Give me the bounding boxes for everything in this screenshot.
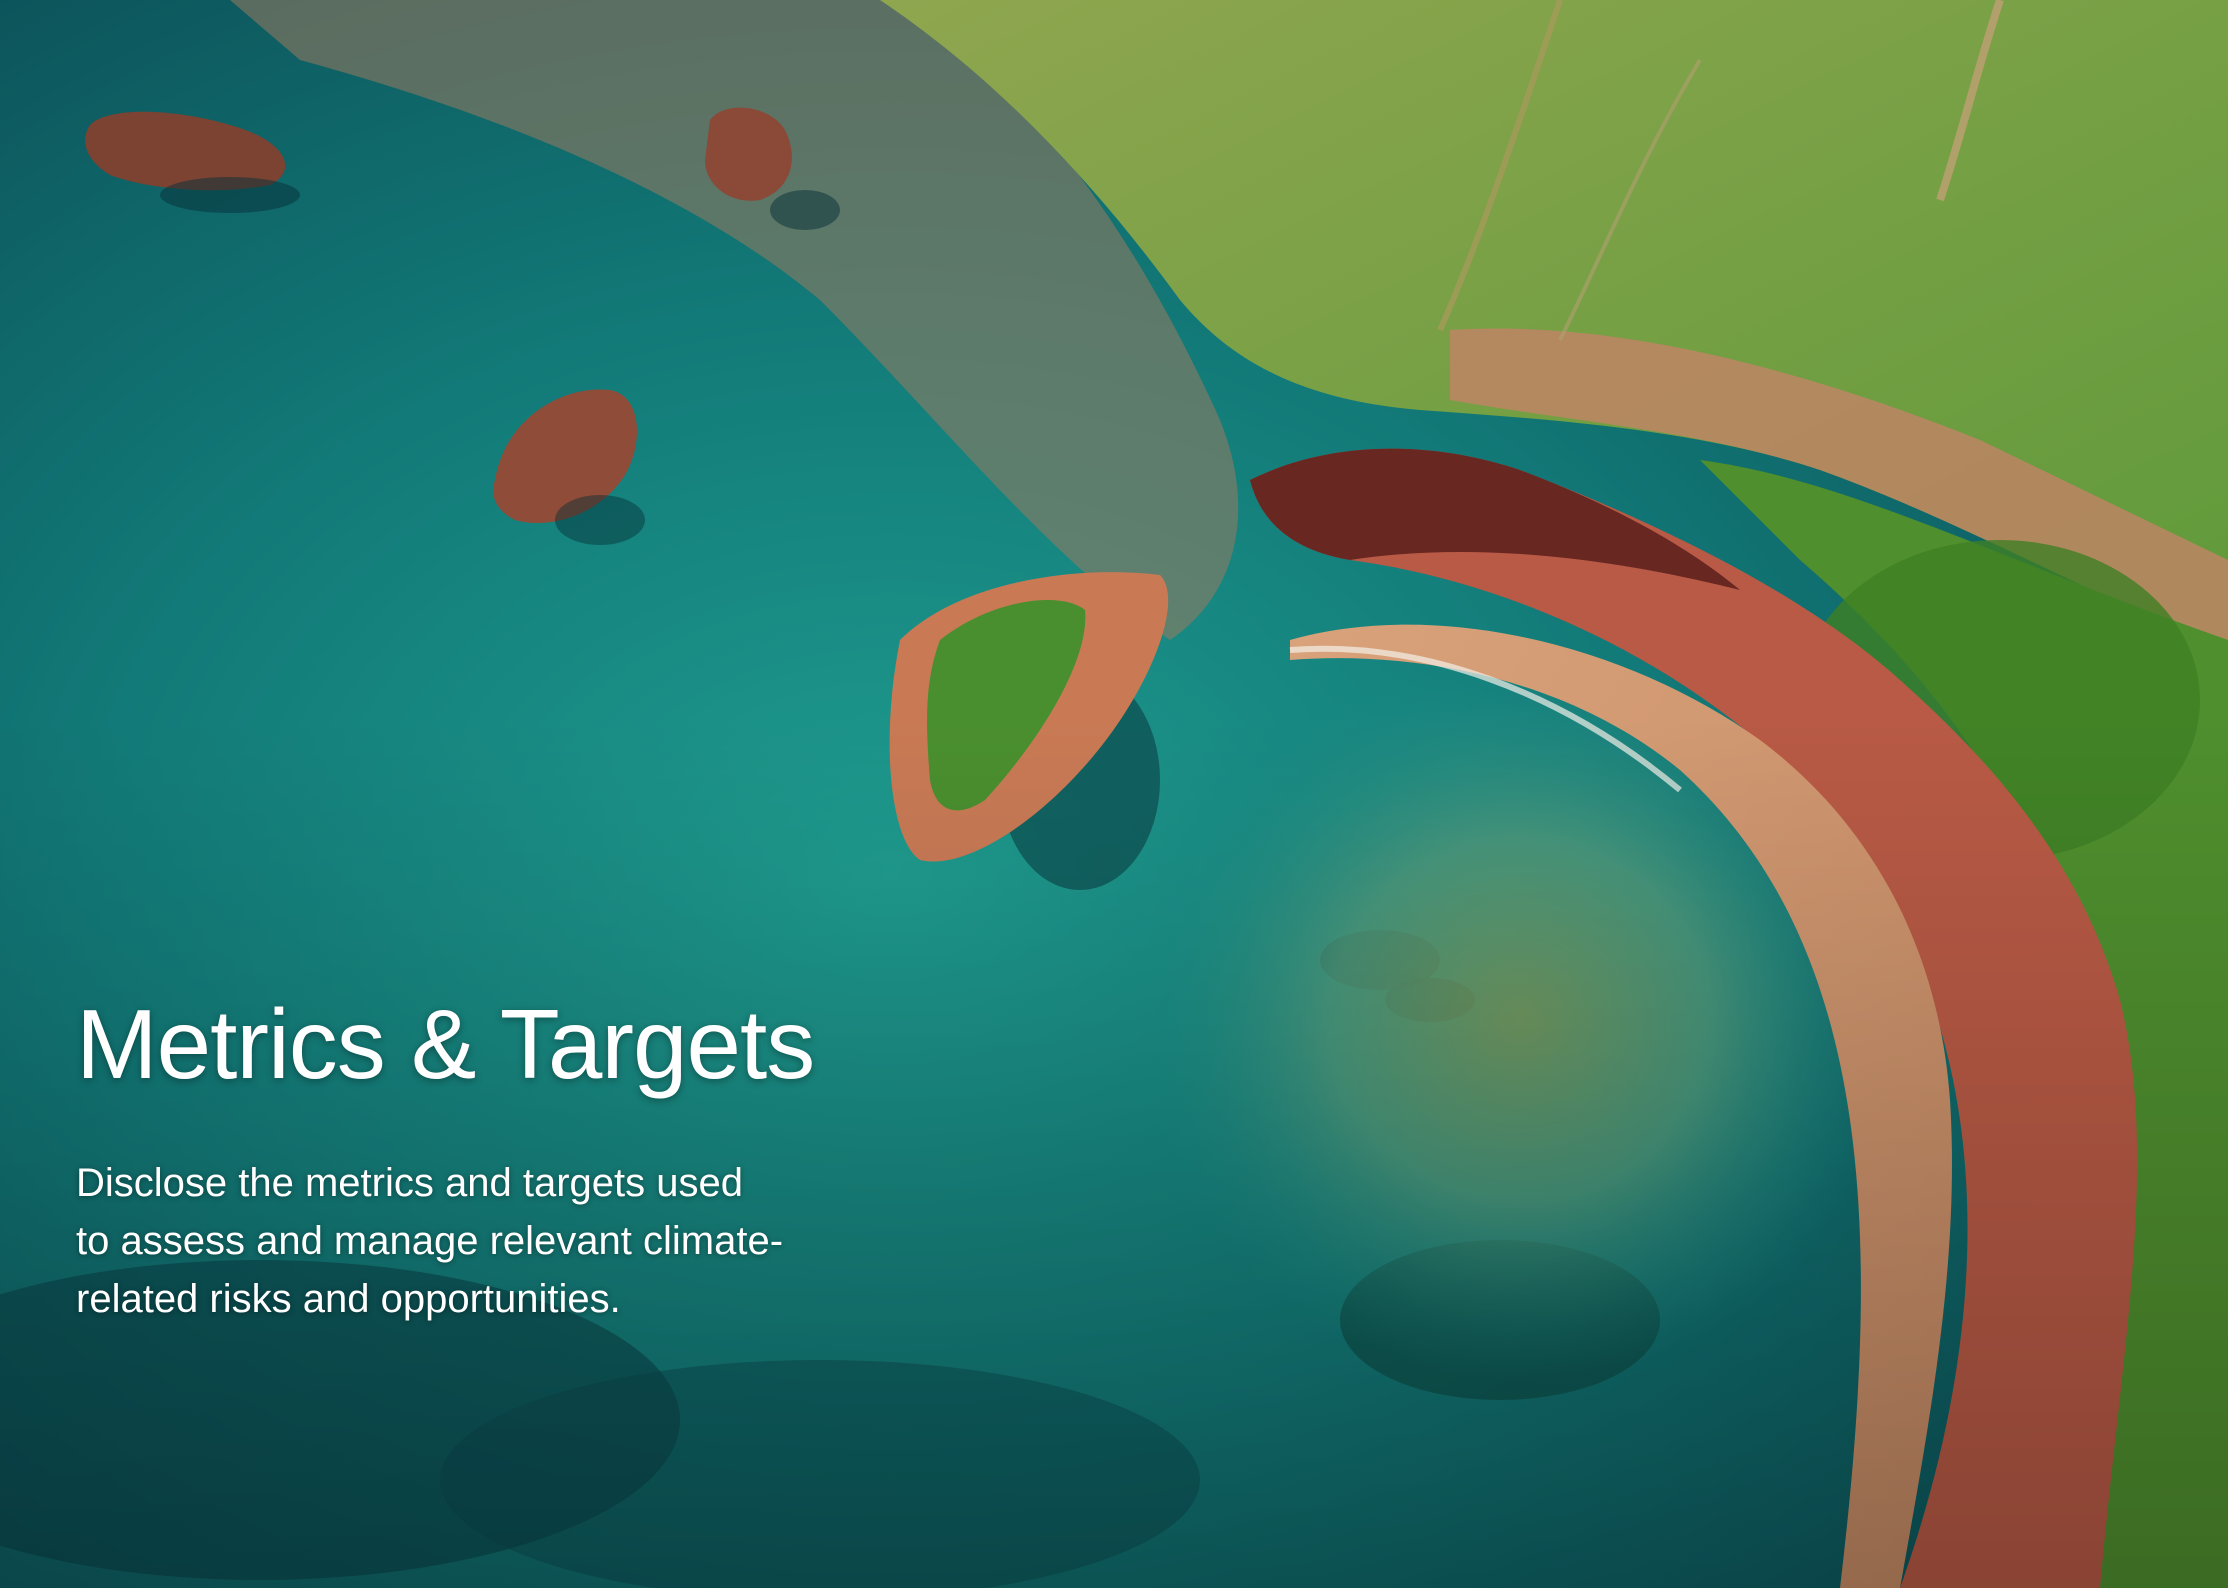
description-line: related risks and opportunities.	[76, 1277, 621, 1321]
description: Disclose the metrics and targets used to…	[76, 1154, 976, 1328]
aerial-coastline-photo	[0, 0, 2228, 1588]
description-line: to assess and manage relevant climate-	[76, 1219, 784, 1263]
description-line: Disclose the metrics and targets used	[76, 1161, 743, 1205]
page: Metrics & Targets Disclose the metrics a…	[0, 0, 2228, 1588]
page-title: Metrics & Targets	[76, 989, 815, 1099]
text-block: Metrics & Targets Disclose the metrics a…	[76, 990, 976, 1328]
